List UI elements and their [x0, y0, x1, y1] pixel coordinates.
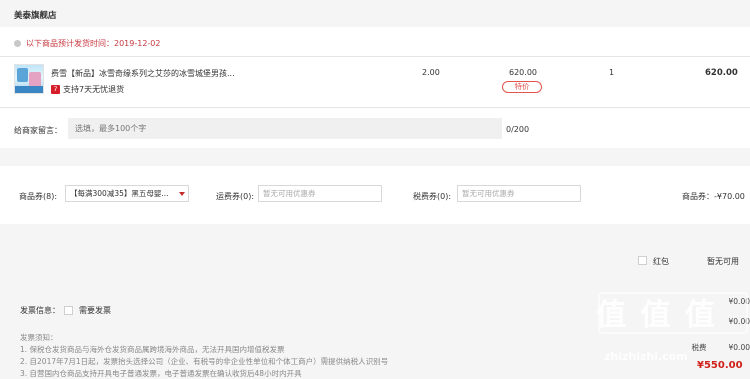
invoice-label: 发票信息： [20, 306, 60, 315]
product-title[interactable]: 费雪【新品】冰雪奇缘系列之艾莎的冰雪城堡男孩... [51, 68, 261, 79]
quantity: 1 [609, 68, 615, 77]
product-thumbnail[interactable] [14, 64, 44, 94]
redpack-status: 暂无可用 [707, 257, 739, 266]
invoice-notice-item: 3. 自营国内仓商品支持开具电子普通发票，电子普通发票在确认收货后48小时内开具 [20, 369, 302, 378]
return-policy: 7 支持7天无忧退货 [51, 84, 124, 95]
redpack-label: 红包 [653, 257, 669, 266]
goods-coupon-value: 【每满300减35】黑五母婴... [70, 189, 169, 198]
chevron-down-icon [179, 192, 185, 196]
summary-tax-value: ¥0.00 [728, 343, 750, 352]
invoice-option[interactable]: 需要发票 [79, 305, 111, 316]
unit-tax: 2.00 [422, 68, 440, 77]
divider [0, 107, 750, 108]
invoice-notice-title: 发票须知： [20, 333, 58, 342]
special-price-tag: 特价 [502, 81, 542, 93]
invoice-row: 发票信息： 需要发票 [20, 305, 111, 316]
tax-coupon-select[interactable]: 暂无可用优惠券 [457, 185, 581, 202]
invoice-notice-item: 2. 自2017年7月1日起，发票抬头选择公司（企业、有税号的非企业性单位和个体… [20, 357, 389, 366]
summary-tax-line: 税费 ¥0.00 [692, 342, 750, 353]
section-gap [0, 224, 750, 239]
item-subtotal: 620.00 [705, 68, 738, 78]
order-total: ¥550.00 [697, 360, 743, 371]
store-header: 美泰旗舰店 [0, 0, 750, 27]
invoice-notice: 发票须知： 1. 保税仓发货商品与海外仓发货商品属跨境海外商品，无法开具国内增值… [20, 332, 388, 379]
goods-coupon-amount: 商品券：-¥70.00 [682, 192, 745, 201]
shipping-coupon-label: 运费券(0): [216, 192, 255, 201]
watermark-site: zhizhizhi.com [604, 350, 688, 363]
shipping-notice-row: 以下商品预计发货时间：2019-12-02 [14, 37, 161, 49]
coupon-section: 商品券(8): 【每满300减35】黑五母婴... 运费券(0): 暂无可用优惠… [0, 166, 750, 224]
message-char-count: 0/200 [506, 125, 530, 134]
summary-tax-label: 税费 [691, 343, 707, 352]
shipping-notice: 以下商品预计发货时间：2019-12-02 [26, 38, 161, 48]
message-label: 给商家留言： [14, 126, 62, 135]
section-gap [0, 148, 750, 166]
store-name[interactable]: 美泰旗舰店 [14, 9, 57, 21]
goods-coupon-select[interactable]: 【每满300减35】黑五母婴... [65, 185, 189, 202]
return-policy-text: 支持7天无忧退货 [63, 85, 125, 94]
goods-coupon-label: 商品券(8): [19, 192, 58, 201]
redpack-checkbox[interactable] [638, 256, 647, 265]
seller-message-input[interactable] [68, 118, 502, 139]
shipping-radio-icon[interactable] [14, 39, 21, 47]
shipping-coupon-select[interactable]: 暂无可用优惠券 [258, 185, 382, 202]
tax-coupon-label: 税费券(0): [413, 192, 452, 201]
invoice-notice-item: 1. 保税仓发货商品与海外仓发货商品属跨境海外商品，无法开具国内增值税发票 [20, 345, 285, 354]
unit-price: 620.00 [509, 68, 537, 77]
invoice-checkbox[interactable] [64, 306, 73, 315]
divider [0, 56, 750, 57]
return-badge-icon: 7 [51, 85, 60, 94]
watermark-logo: 值 值 值 [596, 298, 717, 333]
